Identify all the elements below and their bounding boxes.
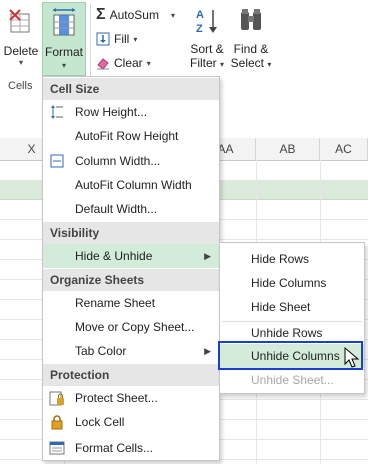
format-button[interactable]: Format ▾: [42, 2, 86, 76]
menu-item-lock-cell[interactable]: Lock Cell: [43, 410, 219, 434]
svg-text:A: A: [196, 9, 204, 21]
autosum-button[interactable]: Σ AutoSum ▾: [96, 6, 175, 23]
hide-unhide-submenu: Hide Rows Hide Columns Hide Sheet Unhide…: [219, 242, 365, 394]
hide-unhide-label: Hide & Unhide: [75, 249, 153, 263]
organize-sheets-header: Organize Sheets: [43, 269, 219, 291]
tab-color-label: Tab Color: [75, 344, 127, 358]
column-width-icon: [50, 154, 64, 168]
submenu-item-hide-sheet[interactable]: Hide Sheet: [220, 295, 364, 319]
fill-button[interactable]: Fill ▾: [96, 32, 137, 46]
chevron-down-icon: ▾: [18, 58, 23, 67]
menu-item-format-cells[interactable]: Format Cells...: [43, 436, 219, 460]
menu-item-move-copy-sheet[interactable]: Move or Copy Sheet...: [43, 315, 219, 339]
svg-text:Z: Z: [196, 23, 203, 35]
hide-columns-label: Hide Columns: [251, 276, 327, 290]
default-width-label: Default Width...: [75, 202, 158, 216]
chevron-down-icon: ▾: [170, 10, 175, 20]
autofit-row-height-label: AutoFit Row Height: [75, 129, 179, 143]
menu-item-hide-unhide[interactable]: Hide & Unhide ▶: [43, 244, 219, 268]
binoculars-icon: [241, 9, 261, 30]
menu-item-default-width[interactable]: Default Width...: [43, 197, 219, 221]
chevron-down-icon: ▾: [267, 60, 272, 69]
move-copy-sheet-label: Move or Copy Sheet...: [75, 320, 195, 334]
unhide-sheet-label: Unhide Sheet...: [251, 373, 334, 387]
submenu-item-unhide-sheet: Unhide Sheet...: [220, 368, 364, 392]
sort-label-1: Sort &: [190, 42, 224, 56]
eraser-icon: [97, 58, 109, 70]
delete-cells-icon: [9, 9, 30, 33]
unhide-columns-highlight-box: [218, 341, 363, 370]
sort-az-icon: A Z: [196, 9, 217, 35]
cells-group-label: Cells: [8, 80, 33, 92]
delete-label: Delete: [3, 44, 39, 58]
menu-item-column-width[interactable]: Column Width...: [43, 149, 219, 173]
fill-down-icon: [96, 32, 110, 46]
menu-item-rename-sheet[interactable]: Rename Sheet: [43, 291, 219, 315]
sigma-icon: Σ: [96, 6, 106, 23]
format-menu: Cell Size Row Height... AutoFit Row Heig…: [42, 76, 220, 461]
cell-size-header: Cell Size: [43, 78, 219, 100]
column-header-ac[interactable]: AC: [320, 138, 368, 160]
format-label: Format: [44, 45, 83, 59]
delete-button[interactable]: Delete ▾: [2, 4, 40, 74]
format-cells-dialog-icon: [49, 441, 65, 455]
autosum-label: AutoSum: [109, 8, 159, 22]
column-width-label: Column Width...: [75, 154, 161, 168]
lock-cell-label: Lock Cell: [75, 415, 125, 429]
menu-item-tab-color[interactable]: Tab Color ▶: [43, 339, 219, 363]
sort-label-2: Filter ▾: [189, 56, 225, 70]
find-label-2: Select ▾: [230, 56, 272, 70]
hide-rows-label: Hide Rows: [251, 252, 310, 266]
row-height-icon: [51, 105, 63, 119]
visibility-header: Visibility: [43, 222, 219, 244]
find-select-button[interactable]: Find & Select ▾: [228, 4, 274, 78]
column-header-ab[interactable]: AB: [256, 138, 320, 160]
chevron-right-icon: ▶: [204, 251, 211, 261]
format-cells-icon: [53, 8, 75, 36]
fill-label: Fill: [114, 32, 130, 46]
sort-filter-button[interactable]: A Z Sort & Filter ▾: [186, 4, 228, 78]
clear-label: Clear: [114, 56, 143, 70]
chevron-down-icon: ▾: [146, 58, 151, 68]
menu-item-autofit-row-height[interactable]: AutoFit Row Height: [43, 124, 219, 148]
autofit-column-width-label: AutoFit Column Width: [75, 178, 192, 192]
clear-button[interactable]: Clear ▾: [96, 56, 151, 70]
chevron-down-icon: ▾: [133, 34, 138, 44]
menu-item-protect-sheet[interactable]: Protect Sheet...: [43, 386, 219, 410]
chevron-down-icon: ▾: [61, 61, 66, 70]
protect-sheet-label: Protect Sheet...: [75, 391, 158, 405]
mouse-pointer-icon: [344, 347, 360, 368]
submenu-item-hide-columns[interactable]: Hide Columns: [220, 271, 364, 295]
submenu-item-hide-rows[interactable]: Hide Rows: [220, 247, 364, 271]
chevron-right-icon: ▶: [204, 346, 211, 356]
menu-item-autofit-column-width[interactable]: AutoFit Column Width: [43, 173, 219, 197]
protect-sheet-icon: [49, 391, 64, 406]
find-label-1: Find &: [233, 42, 269, 56]
chevron-down-icon: ▾: [220, 60, 225, 69]
hide-sheet-label: Hide Sheet: [251, 300, 311, 314]
rename-sheet-label: Rename Sheet: [75, 296, 156, 310]
lock-icon: [51, 415, 63, 430]
unhide-rows-label: Unhide Rows: [251, 326, 323, 340]
protection-header: Protection: [43, 364, 219, 386]
menu-item-row-height[interactable]: Row Height...: [43, 100, 219, 124]
row-height-label: Row Height...: [75, 105, 148, 119]
format-cells-label: Format Cells...: [75, 441, 154, 455]
